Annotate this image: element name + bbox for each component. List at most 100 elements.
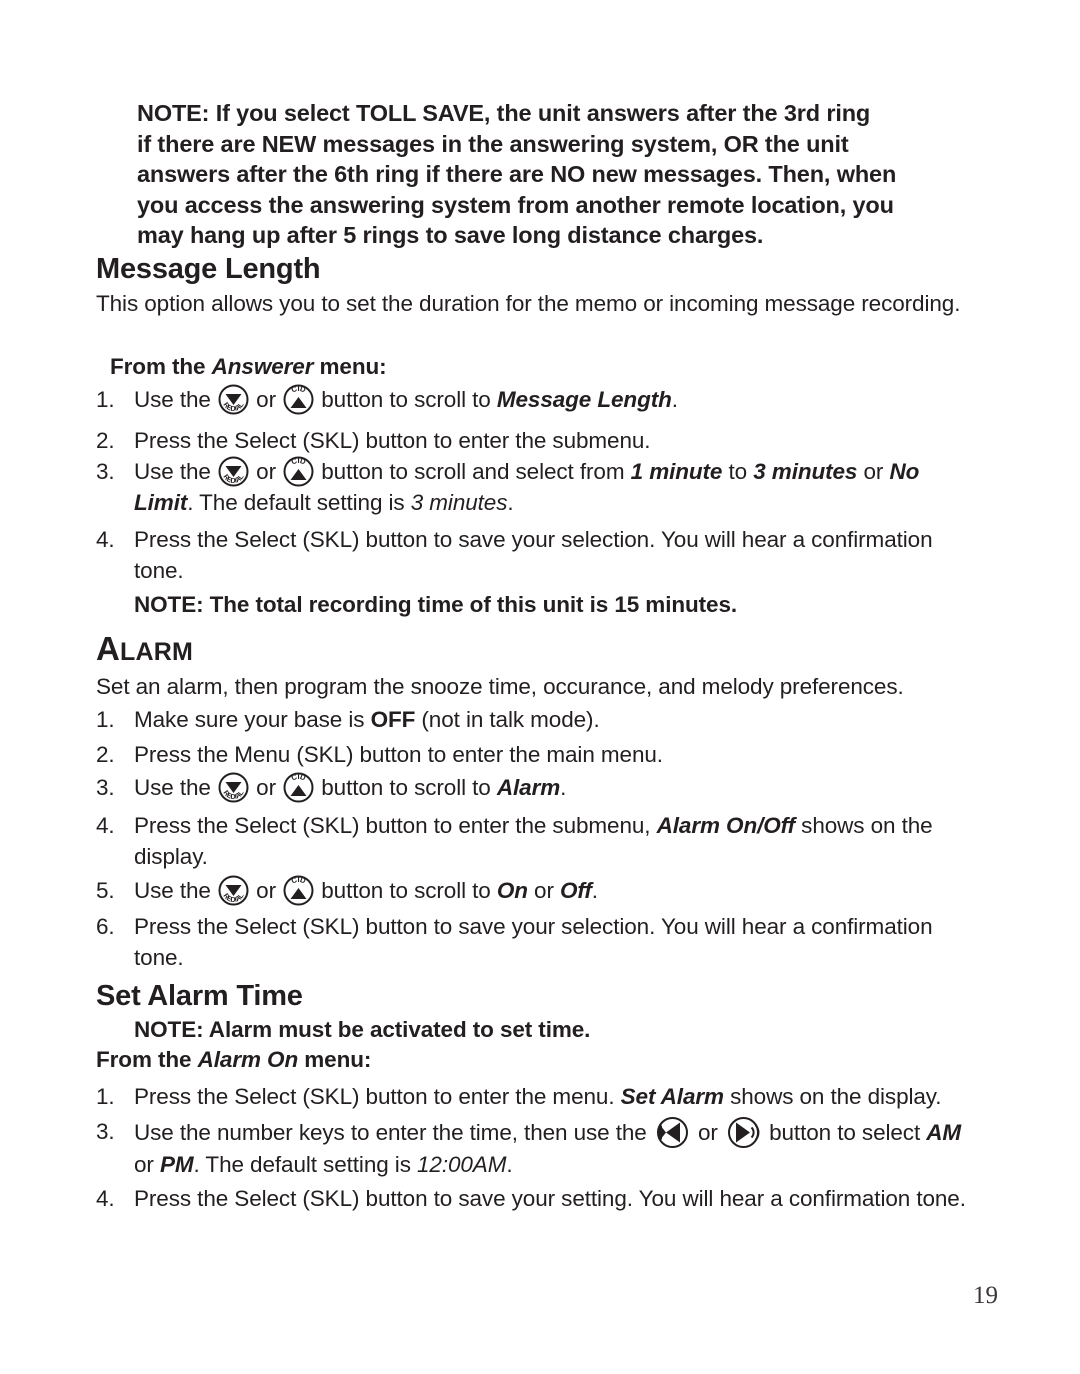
emphasis-run: 3 minutes — [753, 459, 858, 484]
alarm-heading-initial: A — [96, 630, 121, 667]
list-item-number: 5. — [96, 878, 115, 903]
from-menu-menuname: Answerer — [211, 354, 314, 379]
list-item-number: 1. — [96, 1084, 115, 1109]
text-run: . — [671, 387, 678, 412]
toll-save-note-line-5: may hang up after 5 rings to save long d… — [137, 222, 764, 248]
toll-save-note: NOTE: If you select TOLL SAVE, the unit … — [137, 98, 977, 251]
cid-up-button-icon: CID — [283, 875, 314, 906]
toll-save-note-line-3: answers after the 6th ring if there are … — [137, 161, 897, 187]
redial-down-button-icon: REDIAL — [218, 384, 249, 415]
toll-save-note-line-2: if there are NEW messages in the answeri… — [137, 130, 849, 157]
list-item-number: 2. — [96, 428, 115, 453]
text-run: (not in talk mode). — [415, 707, 600, 732]
emphasis-run: Message Length — [496, 387, 672, 412]
text-run: button to scroll to — [315, 775, 497, 800]
list-item-text: Use the REDIAL or CID button to scroll a… — [134, 456, 981, 518]
from-menu-prefix: From the — [96, 1047, 198, 1072]
alarm-intro: Set an alarm, then program the snooze ti… — [96, 674, 904, 699]
section-heading-alarm: ALARM — [96, 630, 193, 668]
manual-page: NOTE: If you select TOLL SAVE, the unit … — [0, 0, 1080, 1374]
section-heading-message-length: Message Length — [96, 253, 321, 285]
list-item: 4. Press the Select (SKL) button to ente… — [96, 810, 981, 872]
list-item-number: 3. — [96, 1119, 115, 1144]
emphasis-run: 12:00AM — [417, 1152, 507, 1177]
list-item-text: Press the Select (SKL) button to save yo… — [134, 1186, 966, 1211]
list-item: 4. Press the Select (SKL) button to save… — [96, 1183, 991, 1214]
list-item-number: 4. — [96, 1186, 115, 1211]
text-run: button to scroll to — [315, 387, 497, 412]
list-item: 6. Press the Select (SKL) button to save… — [96, 911, 981, 973]
list-item-text: Use the REDIAL or CID button to scroll t… — [134, 875, 981, 906]
from-menu-prefix: From the — [110, 354, 212, 379]
list-item: 2. Press the Menu (SKL) button to enter … — [96, 739, 981, 770]
text-run: Use the number keys to enter the time, t… — [134, 1120, 653, 1145]
redial-down-button-icon: REDIAL — [218, 456, 249, 487]
text-run: or — [250, 775, 283, 800]
redial-down-button-icon: REDIAL — [218, 772, 249, 803]
text-run: . — [507, 490, 514, 515]
cid-up-button-icon: CID — [283, 384, 314, 415]
emphasis-run: Set Alarm — [620, 1084, 724, 1109]
list-item-number: 3. — [96, 775, 115, 800]
emphasis-run: PM — [159, 1152, 194, 1177]
list-item-text: Use the number keys to enter the time, t… — [134, 1116, 986, 1180]
text-run: . The default setting is — [193, 1152, 417, 1177]
play-forward-button-icon — [726, 1116, 761, 1149]
emphasis-run: Alarm — [496, 775, 561, 800]
text-run: or — [134, 1152, 160, 1177]
text-run: to — [722, 459, 754, 484]
set-alarm-time-note: NOTE: Alarm must be activated to set tim… — [134, 1017, 591, 1042]
list-item-number: 6. — [96, 914, 115, 939]
cid-up-button-icon: CID — [283, 772, 314, 803]
list-item-text: Press the Select (SKL) button to save yo… — [134, 527, 933, 583]
text-run: Use the — [134, 459, 217, 484]
emphasis-run: 1 minute — [630, 459, 723, 484]
list-item: 4. Press the Select (SKL) button to save… — [96, 524, 981, 586]
list-item-number: 2. — [96, 742, 115, 767]
text-run: Press the Select (SKL) button to enter t… — [134, 813, 657, 838]
list-item: 1. Press the Select (SKL) button to ente… — [96, 1081, 986, 1112]
text-run: or — [857, 459, 890, 484]
text-run: Use the — [134, 387, 217, 412]
list-item-text: Use the REDIAL or CID button to scroll t… — [134, 772, 981, 803]
list-item: 3. Use the REDIAL or CID button to scrol… — [96, 772, 981, 803]
list-item-text: Press the Select (SKL) button to enter t… — [134, 428, 651, 453]
list-item-text: Press the Select (SKL) button to enter t… — [134, 810, 981, 872]
list-item: 3. Use the REDIAL or CID button to scrol… — [96, 456, 981, 518]
rewind-button-icon — [655, 1116, 690, 1149]
toll-save-note-line-4: you access the answering system from ano… — [137, 191, 894, 218]
list-item-text: Make sure your base is OFF (not in talk … — [134, 704, 981, 735]
from-menu-suffix: menu: — [298, 1047, 372, 1072]
emphasis-run: Off — [560, 878, 592, 903]
emphasis-run: Alarm On/Off — [656, 813, 796, 838]
text-run: Make sure your base is — [134, 707, 371, 732]
page-number: 19 — [973, 1282, 998, 1309]
from-menu-suffix: menu: — [313, 354, 387, 379]
list-item-number: 3. — [96, 459, 115, 484]
list-item-text: Press the Menu (SKL) button to enter the… — [134, 742, 663, 767]
set-alarm-time-from-menu: From the Alarm On menu: — [96, 1046, 371, 1074]
list-item-number: 4. — [96, 527, 115, 552]
text-run: button to scroll to — [315, 878, 497, 903]
emphasis-run: On — [496, 878, 528, 903]
alarm-heading-rest: LARM — [120, 638, 194, 666]
text-run: . — [591, 878, 598, 903]
list-item-number: 1. — [96, 707, 115, 732]
text-run: shows on the display. — [723, 1084, 942, 1109]
list-item-text: Use the REDIAL or CID button to scroll t… — [134, 384, 981, 415]
text-run: . — [506, 1152, 513, 1177]
list-item: 3. Use the number keys to enter the time… — [96, 1116, 986, 1180]
list-item-number: 1. — [96, 387, 115, 412]
text-run: Use the — [134, 775, 217, 800]
emphasis-run: 3 minutes — [410, 490, 508, 515]
text-run: or — [250, 459, 283, 484]
text-run: . — [560, 775, 567, 800]
text-run: or — [691, 1120, 724, 1145]
text-run: . The default setting is — [187, 490, 411, 515]
list-item: 2. Press the Select (SKL) button to ente… — [96, 425, 981, 456]
text-run: or — [250, 878, 283, 903]
list-item-text: Press the Select (SKL) button to enter t… — [134, 1081, 986, 1112]
emphasis-run: AM — [926, 1120, 962, 1145]
cid-up-button-icon: CID — [283, 456, 314, 487]
text-run: or — [250, 387, 283, 412]
